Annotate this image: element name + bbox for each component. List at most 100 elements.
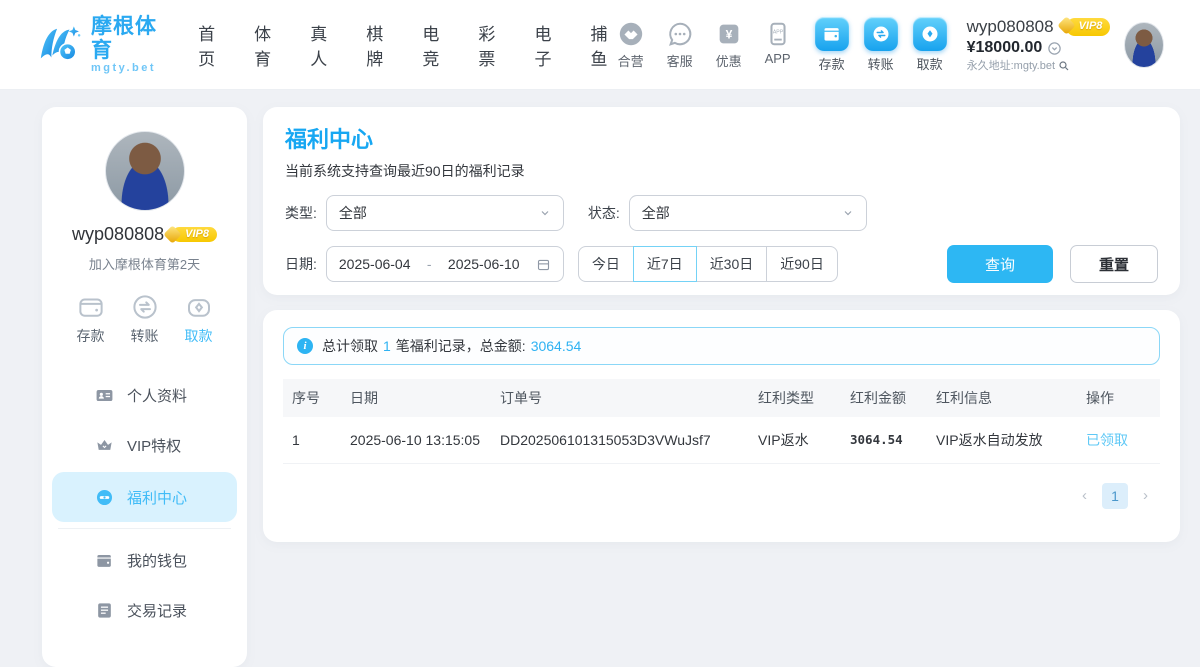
welfare-records-table: 序号 日期 订单号 红利类型 红利金额 红利信息 操作 1 2025-06-10… xyxy=(283,379,1160,464)
cell-bonus-type: VIP返水 xyxy=(749,417,841,463)
cell-order-no: DD202506101315053D3VWuJsf7 xyxy=(491,417,749,463)
date-range-input[interactable]: 2025-06-04 - 2025-06-10 xyxy=(326,246,564,282)
nav-item-slots[interactable]: 电子 xyxy=(534,20,559,70)
sidebar-item-profile[interactable]: 个人资料 xyxy=(42,370,247,420)
menu-divider xyxy=(58,528,231,529)
prev-page-button[interactable]: ‹ xyxy=(1082,487,1087,504)
welfare-badge-icon xyxy=(95,488,114,507)
withdraw-icon xyxy=(913,17,947,51)
sidebar-item-wallet[interactable]: 我的钱包 xyxy=(42,535,247,585)
deposit-button[interactable]: 存款 xyxy=(76,292,106,346)
col-date: 日期 xyxy=(341,379,491,417)
chevron-down-icon xyxy=(539,207,551,219)
brand-domain: mgty.bet xyxy=(91,62,158,74)
transfer-arrows-icon xyxy=(864,17,898,51)
table-header-row: 序号 日期 订单号 红利类型 红利金额 红利信息 操作 xyxy=(283,379,1160,417)
profile-sidebar: wyp080808 VIP8 加入摩根体育第2天 存款 转账 取款 xyxy=(42,107,247,667)
range-today-button[interactable]: 今日 xyxy=(578,246,634,282)
cell-date: 2025-06-10 13:15:05 xyxy=(341,417,491,463)
search-button[interactable]: 查询 xyxy=(947,245,1053,283)
welfare-records-card: i 总计领取 1 笔福利记录，总金额: 3064.54 序号 日期 订单号 红利… xyxy=(263,310,1180,542)
sidebar-item-welfare-center[interactable]: 福利中心 xyxy=(52,472,237,522)
next-page-button[interactable]: › xyxy=(1143,487,1148,504)
transfer-button[interactable]: 转账 xyxy=(864,17,898,73)
withdraw-icon xyxy=(184,292,214,322)
magnifier-icon[interactable] xyxy=(1058,60,1070,72)
col-order-no: 订单号 xyxy=(491,379,749,417)
summary-middle: 笔福利记录，总金额: xyxy=(396,336,526,356)
date-label: 日期: xyxy=(285,254,317,274)
permanent-address: 永久地址:mgty.bet xyxy=(967,59,1055,73)
nav-item-esports[interactable]: 电竞 xyxy=(422,20,447,70)
info-icon: i xyxy=(297,338,313,354)
summary-amount: 3064.54 xyxy=(531,338,582,354)
avatar[interactable] xyxy=(105,131,185,211)
sidebar-item-transactions[interactable]: 交易记录 xyxy=(42,585,247,635)
page-subtitle: 当前系统支持查询最近90日的福利记录 xyxy=(285,161,1158,181)
nav-item-sports[interactable]: 体育 xyxy=(254,20,279,70)
table-row: 1 2025-06-10 13:15:05 DD202506101315053D… xyxy=(283,417,1160,463)
brand-logo-icon xyxy=(36,22,82,68)
type-select[interactable]: 全部 xyxy=(326,195,564,231)
summary-alert: i 总计领取 1 笔福利记录，总金额: 3064.54 xyxy=(283,327,1160,365)
col-action: 操作 xyxy=(1077,379,1160,417)
customer-service-link[interactable]: 客服 xyxy=(665,19,695,70)
deposit-wallet-icon xyxy=(815,17,849,51)
chevron-down-icon xyxy=(842,207,854,219)
col-bonus-info: 红利信息 xyxy=(927,379,1077,417)
range-90days-button[interactable]: 近90日 xyxy=(766,246,838,282)
cell-index: 1 xyxy=(283,417,341,463)
vip-badge: VIP8 xyxy=(1066,18,1111,35)
nav-item-lottery[interactable]: 彩票 xyxy=(478,20,503,70)
withdraw-button[interactable]: 取款 xyxy=(913,17,947,73)
deposit-button[interactable]: 存款 xyxy=(815,17,849,73)
sidebar-wallet-actions: 存款 转账 取款 xyxy=(76,292,214,346)
date-quick-ranges: 今日 近7日 近30日 近90日 xyxy=(578,246,838,282)
username: wyp080808 xyxy=(72,224,164,245)
nav-item-home[interactable]: 首页 xyxy=(198,20,223,70)
balance-refresh-icon[interactable] xyxy=(1047,41,1062,56)
promo-yuan-icon: ¥ xyxy=(714,19,744,49)
pagination: ‹ 1 › xyxy=(283,483,1160,509)
page-1-button[interactable]: 1 xyxy=(1102,483,1128,509)
svg-text:APP: APP xyxy=(772,30,783,36)
customer-service-chat-icon xyxy=(665,19,695,49)
brand-name: 摩根体育 xyxy=(91,15,158,61)
reset-button[interactable]: 重置 xyxy=(1070,245,1158,283)
welfare-filter-card: 福利中心 当前系统支持查询最近90日的福利记录 类型: 全部 状态: 全部 日期… xyxy=(263,107,1180,295)
promotions-link[interactable]: ¥ 优惠 xyxy=(714,19,744,70)
sidebar-menu: 个人资料 VIP特权 福利中心 我的钱包 交易记录 xyxy=(42,370,247,635)
page-title: 福利中心 xyxy=(285,122,1158,154)
avatar[interactable] xyxy=(1124,22,1164,68)
calendar-icon xyxy=(536,257,551,272)
nav-item-fishing[interactable]: 捕鱼 xyxy=(591,20,616,70)
col-bonus-type: 红利类型 xyxy=(749,379,841,417)
type-label: 类型: xyxy=(285,203,317,223)
cell-bonus-amount: 3064.54 xyxy=(841,417,927,463)
app-download-link[interactable]: APP APP xyxy=(763,19,793,70)
balance: ¥18000.00 xyxy=(967,38,1043,59)
records-icon xyxy=(95,601,114,620)
withdraw-button[interactable]: 取款 xyxy=(184,292,214,346)
claimed-status-link[interactable]: 已领取 xyxy=(1086,432,1128,448)
user-info: wyp080808 VIP8 ¥18000.00 永久地址:mgty.bet xyxy=(967,16,1111,73)
crown-icon xyxy=(95,436,114,455)
summary-count: 1 xyxy=(383,338,391,354)
sidebar-item-vip[interactable]: VIP特权 xyxy=(42,420,247,470)
id-card-icon xyxy=(95,386,114,405)
main-nav: 首页 体育 真人 棋牌 电竞 彩票 电子 捕鱼 xyxy=(198,20,616,70)
nav-item-boardgames[interactable]: 棋牌 xyxy=(366,20,391,70)
brand-logo[interactable]: 摩根体育 mgty.bet xyxy=(36,15,158,73)
status-select[interactable]: 全部 xyxy=(629,195,867,231)
range-30days-button[interactable]: 近30日 xyxy=(696,246,768,282)
transfer-arrows-icon xyxy=(130,292,160,322)
app-phone-icon: APP xyxy=(763,19,793,49)
nav-item-live[interactable]: 真人 xyxy=(310,20,335,70)
partnership-link[interactable]: 合营 xyxy=(616,19,646,70)
date-start: 2025-06-04 xyxy=(339,256,411,272)
transfer-button[interactable]: 转账 xyxy=(130,292,160,346)
vip-gem-icon xyxy=(163,225,181,243)
col-index: 序号 xyxy=(283,379,341,417)
range-7days-button[interactable]: 近7日 xyxy=(633,246,697,282)
status-label: 状态: xyxy=(588,203,620,223)
